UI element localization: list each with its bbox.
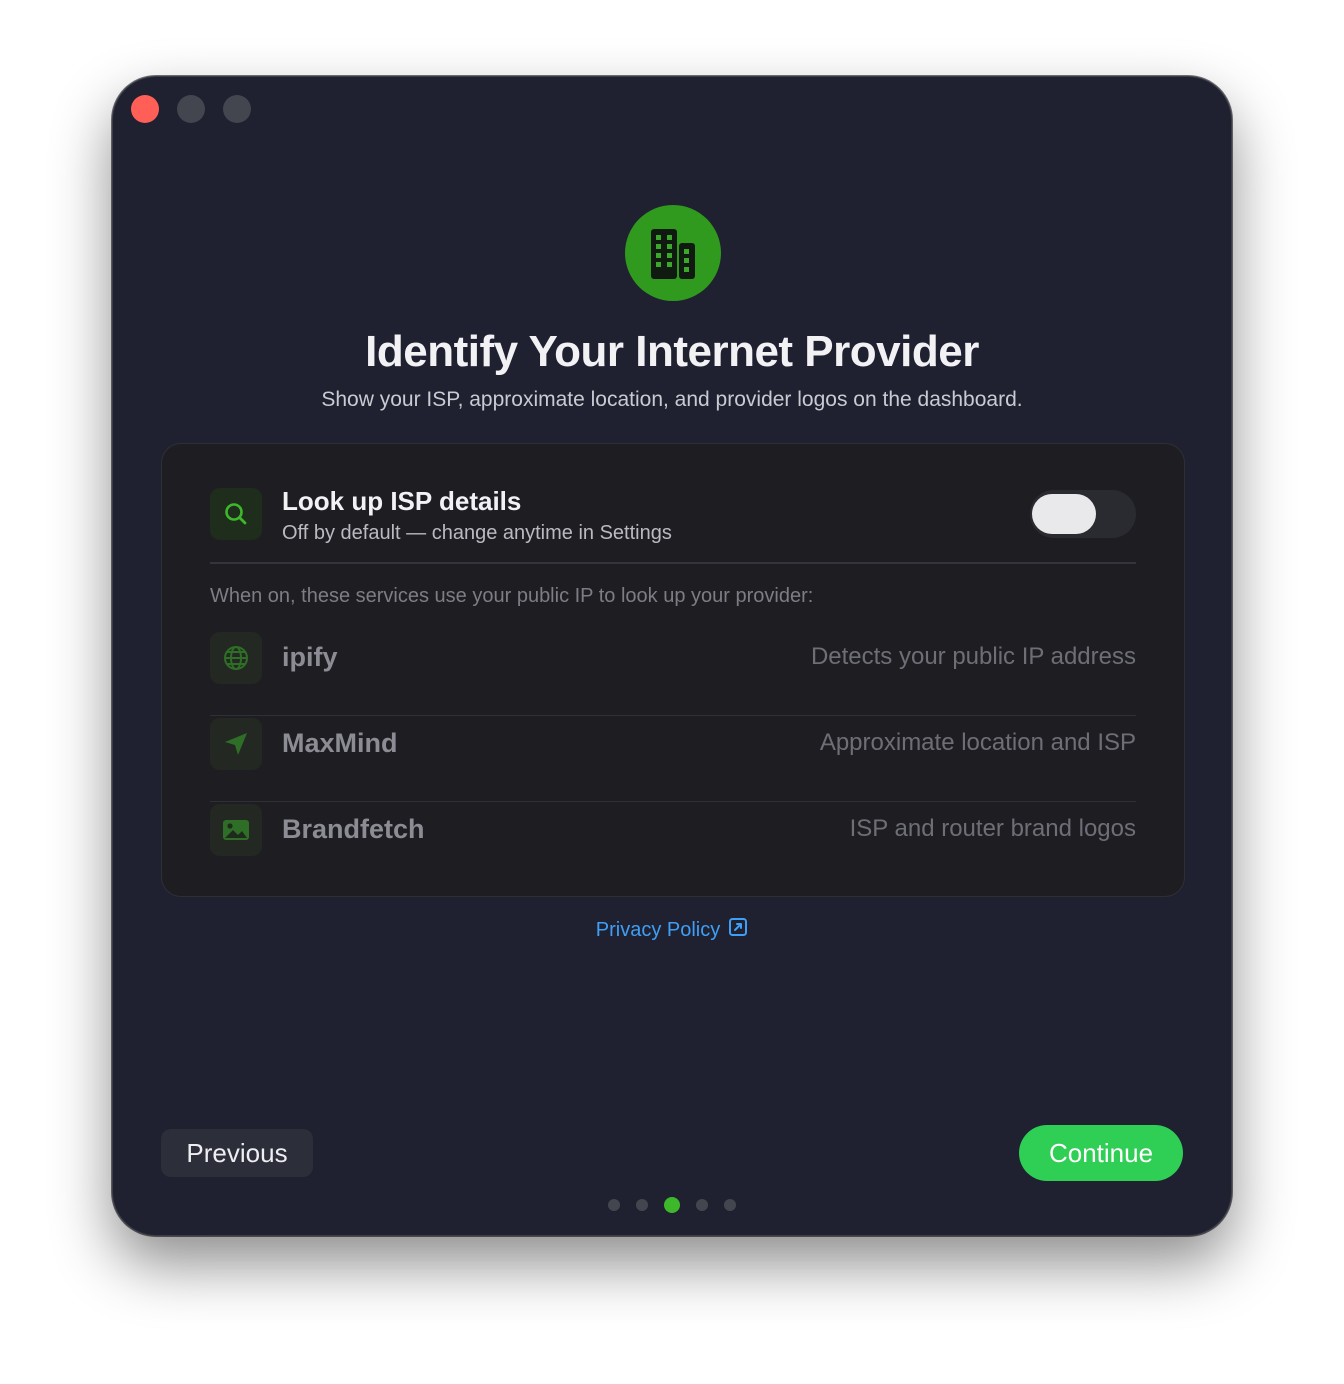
service-description: ISP and router brand logos — [849, 815, 1136, 842]
privacy-policy-label[interactable]: Privacy Policy — [596, 919, 720, 942]
divider — [210, 562, 1136, 564]
privacy-policy-link[interactable]: Privacy Policy — [113, 917, 1231, 943]
page-dot-1[interactable] — [608, 1199, 620, 1211]
isp-lookup-card: Look up ISP details Off by default — cha… — [161, 443, 1185, 897]
continue-button[interactable]: Continue — [1019, 1125, 1183, 1181]
services-note: When on, these services use your public … — [210, 585, 814, 607]
previous-button[interactable]: Previous — [161, 1129, 313, 1177]
image-icon — [210, 804, 262, 856]
page-subtitle: Show your ISP, approximate location, and… — [321, 388, 1023, 411]
page-dot-4[interactable] — [696, 1199, 708, 1211]
toggle-title: Look up ISP details — [282, 486, 522, 516]
search-icon — [210, 488, 262, 540]
service-row-brandfetch: Brandfetch ISP and router brand logos — [210, 802, 1136, 888]
switch-knob — [1032, 494, 1096, 534]
page-dot-5[interactable] — [724, 1199, 736, 1211]
service-name: MaxMind — [282, 728, 398, 758]
service-description: Detects your public IP address — [810, 643, 1136, 670]
service-row-maxmind: MaxMind Approximate location and ISP — [210, 716, 1136, 802]
close-button[interactable] — [131, 95, 159, 123]
service-description: Approximate location and ISP — [819, 729, 1136, 756]
page-dot-2[interactable] — [636, 1199, 648, 1211]
isp-lookup-switch[interactable] — [1030, 490, 1136, 538]
toggle-subtitle: Off by default — change anytime in Setti… — [282, 522, 672, 544]
building-icon — [625, 205, 721, 301]
external-link-icon — [728, 917, 748, 943]
isp-lookup-toggle-row: Look up ISP details Off by default — cha… — [210, 486, 1136, 564]
onboarding-window: Identify Your Internet Provider Show you… — [112, 76, 1232, 1236]
location-arrow-icon — [210, 718, 262, 770]
minimize-button[interactable] — [177, 95, 205, 123]
window-controls — [131, 95, 251, 123]
service-name: Brandfetch — [282, 814, 425, 844]
globe-icon — [210, 632, 262, 684]
service-row-ipify: ipify Detects your public IP address — [210, 630, 1136, 716]
page-title: Identify Your Internet Provider — [365, 327, 979, 376]
zoom-button[interactable] — [223, 95, 251, 123]
page-indicator — [113, 1197, 1231, 1213]
page-dot-3-active[interactable] — [664, 1197, 680, 1213]
service-name: ipify — [282, 642, 338, 672]
